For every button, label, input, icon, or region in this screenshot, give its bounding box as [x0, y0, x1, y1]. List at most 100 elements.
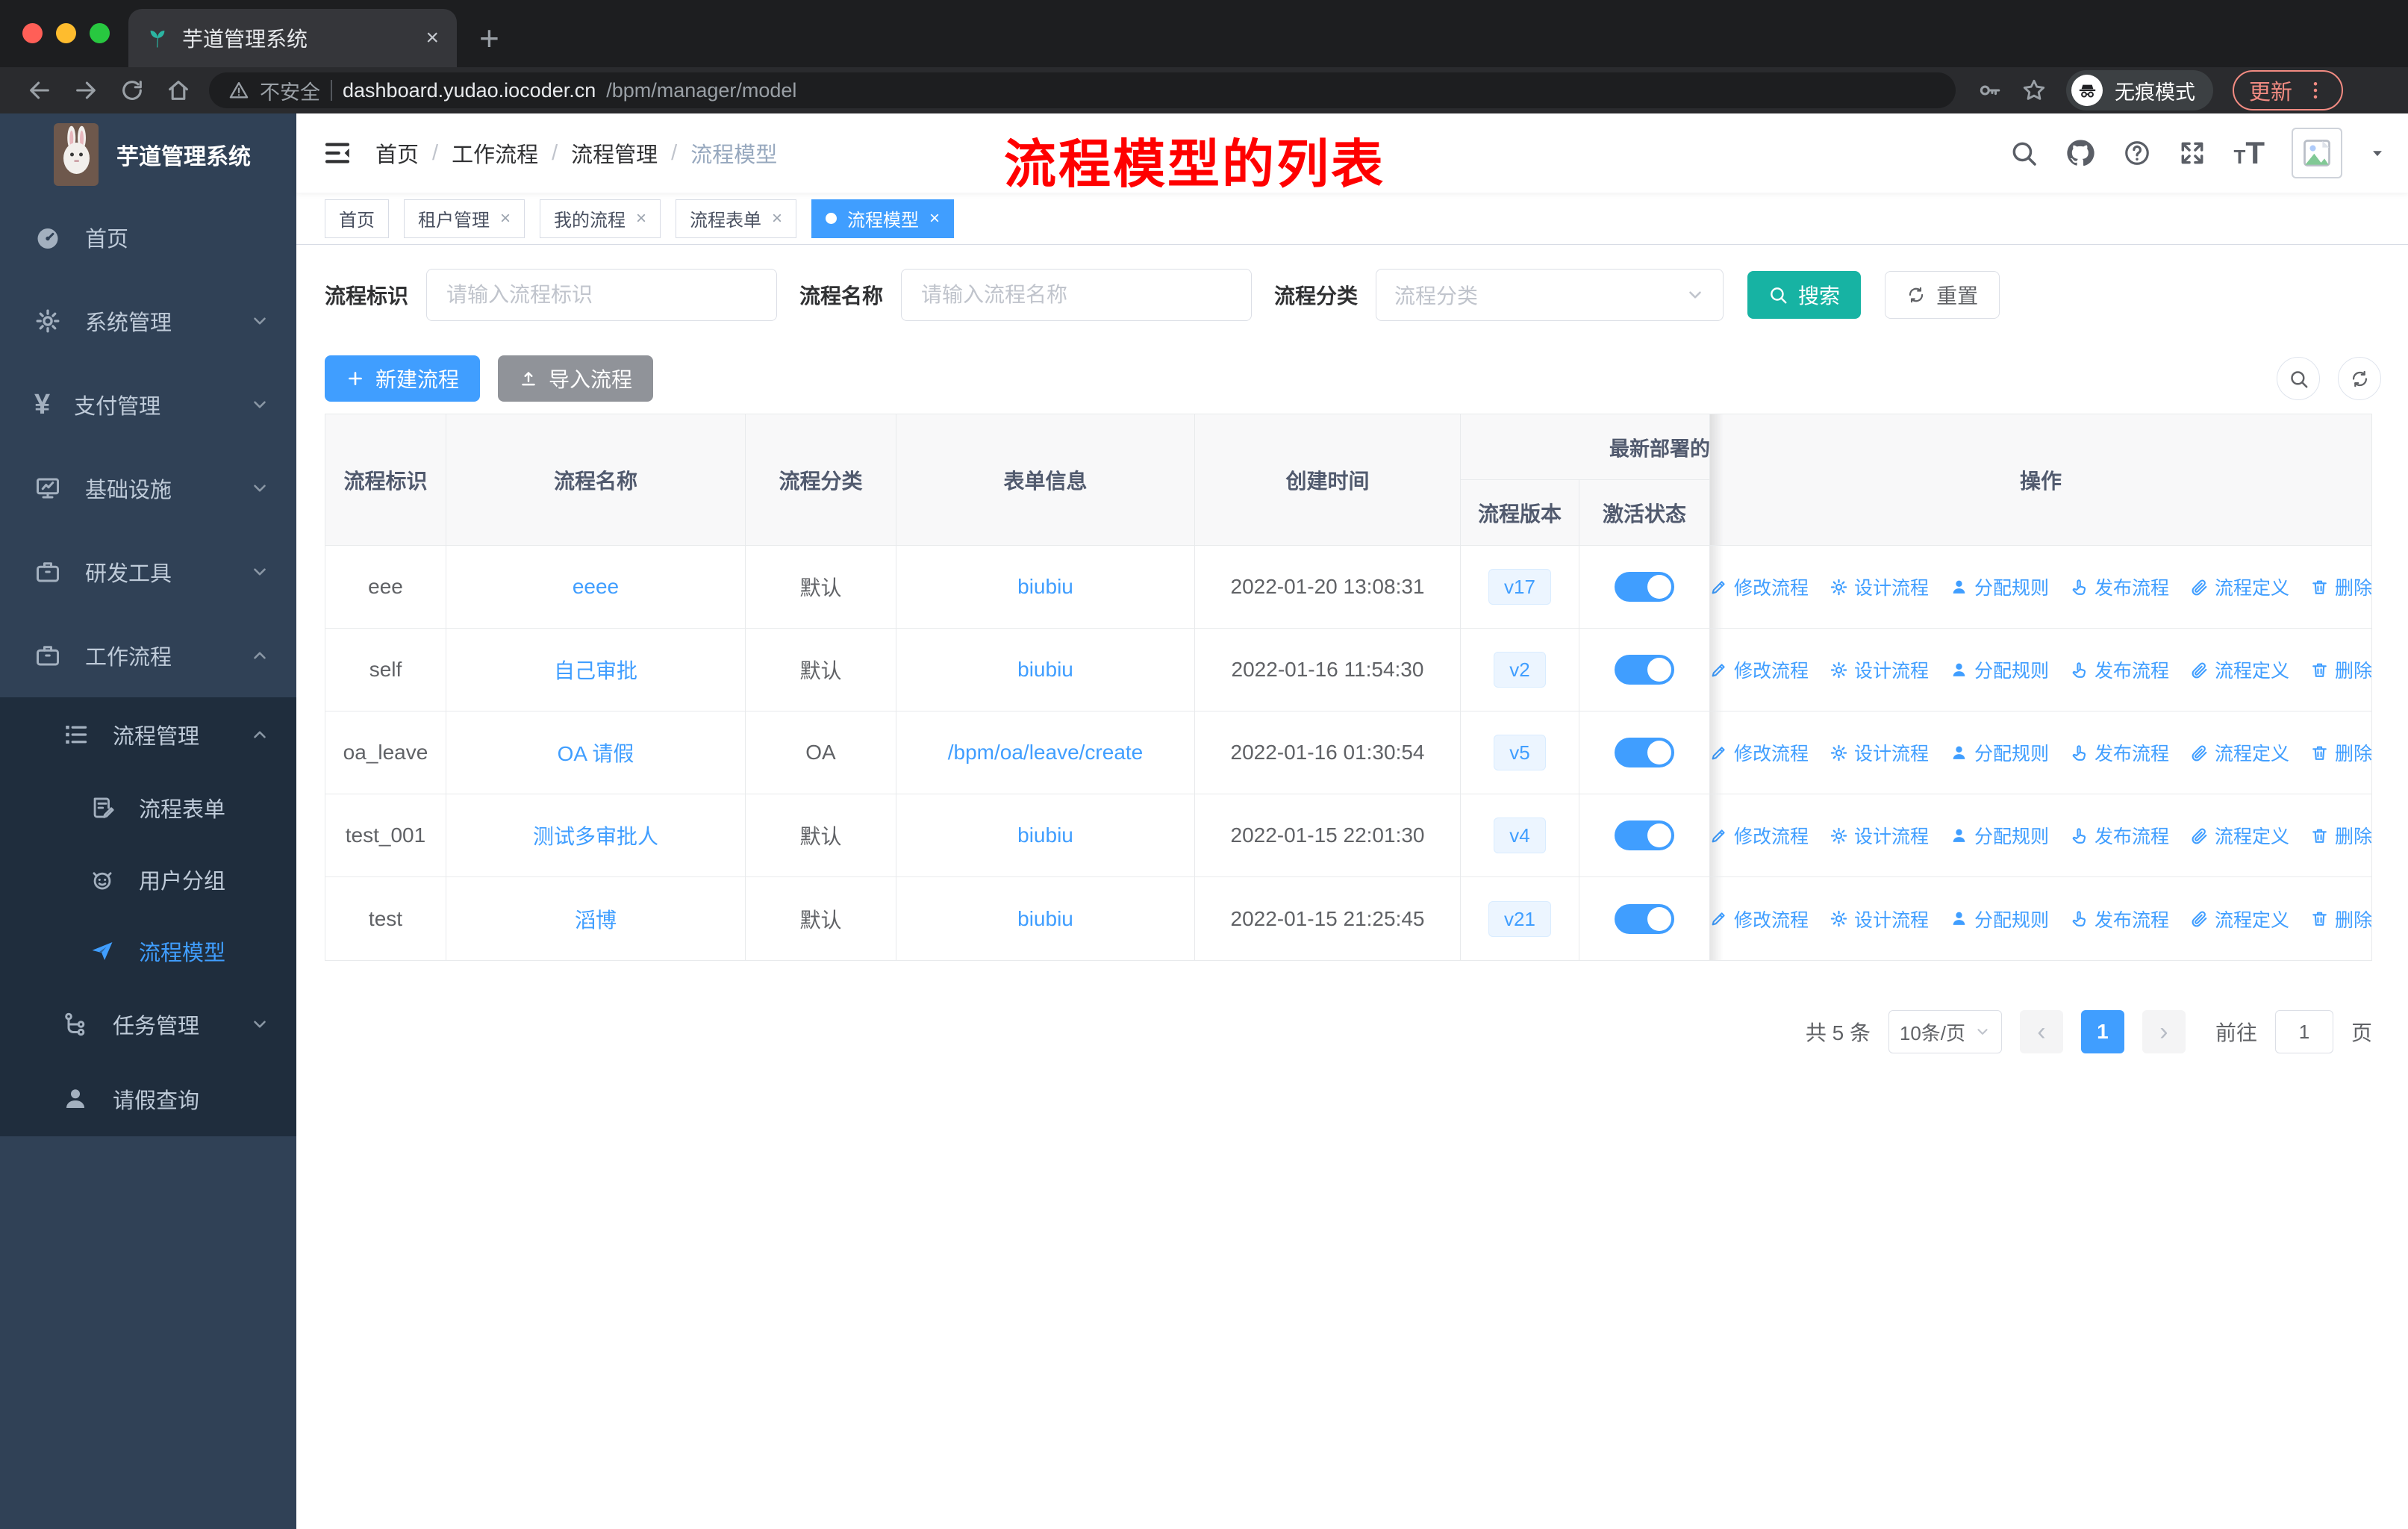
publish-process-link[interactable]: 发布流程 — [2070, 822, 2169, 849]
sidebar-item-task-mgmt[interactable]: 任务管理 — [0, 987, 296, 1062]
fullscreen-icon[interactable] — [2178, 139, 2206, 167]
delete-link[interactable]: 删除 — [2310, 906, 2372, 932]
form-info-link[interactable]: biubiu — [1017, 907, 1073, 931]
process-definition-link[interactable]: 流程定义 — [2190, 906, 2289, 932]
page-number-current[interactable]: 1 — [2080, 1010, 2124, 1053]
process-name-link[interactable]: 测试多审批人 — [533, 820, 658, 850]
breadcrumb-item[interactable]: 首页 — [375, 137, 419, 169]
tag-my-process[interactable]: 我的流程 × — [540, 199, 661, 238]
create-process-button[interactable]: 新建流程 — [325, 355, 481, 402]
assign-rule-link[interactable]: 分配规则 — [1950, 906, 2049, 932]
github-icon[interactable] — [2065, 137, 2096, 169]
forward-icon[interactable] — [73, 78, 99, 103]
design-process-link[interactable]: 设计流程 — [1830, 573, 1929, 600]
sidebar-item-home[interactable]: 首页 — [0, 196, 296, 279]
process-definition-link[interactable]: 流程定义 — [2190, 739, 2289, 766]
sidebar-item-workflow[interactable]: 工作流程 — [0, 614, 296, 697]
tag-tenant-mgmt[interactable]: 租户管理 × — [404, 199, 525, 238]
browser-update-button[interactable]: 更新 — [2233, 70, 2344, 110]
sidebar-item-devtools[interactable]: 研发工具 — [0, 530, 296, 614]
search-icon[interactable] — [2009, 139, 2038, 167]
next-page-button[interactable]: › — [2142, 1010, 2186, 1053]
form-info-link[interactable]: biubiu — [1017, 823, 1073, 847]
process-key-input[interactable] — [426, 269, 778, 321]
bookmark-star-icon[interactable] — [2021, 78, 2047, 103]
design-process-link[interactable]: 设计流程 — [1830, 739, 1929, 766]
kebab-menu-icon[interactable] — [2304, 79, 2327, 102]
avatar-caret-down-icon[interactable] — [2369, 145, 2386, 161]
assign-rule-link[interactable]: 分配规则 — [1950, 573, 2049, 600]
search-button[interactable]: 搜索 — [1747, 271, 1862, 319]
tag-home[interactable]: 首页 — [325, 199, 389, 238]
sidebar-item-user-group[interactable]: 用户分组 — [0, 844, 296, 915]
modify-process-link[interactable]: 修改流程 — [1709, 739, 1809, 766]
modify-process-link[interactable]: 修改流程 — [1709, 573, 1809, 600]
breadcrumb-item[interactable]: 工作流程 — [452, 137, 538, 169]
form-info-link[interactable]: /bpm/oa/leave/create — [948, 741, 1144, 764]
design-process-link[interactable]: 设计流程 — [1830, 906, 1929, 932]
sidebar-item-system[interactable]: 系统管理 — [0, 279, 296, 363]
modify-process-link[interactable]: 修改流程 — [1709, 822, 1809, 849]
active-toggle[interactable] — [1615, 572, 1674, 602]
text-size-icon[interactable]: TT — [2233, 135, 2265, 171]
tag-close-icon[interactable]: × — [500, 208, 511, 229]
tab-close-icon[interactable]: × — [425, 25, 439, 51]
process-name-input[interactable] — [901, 269, 1253, 321]
process-definition-link[interactable]: 流程定义 — [2190, 656, 2289, 683]
reset-button[interactable]: 重置 — [1885, 271, 2000, 319]
publish-process-link[interactable]: 发布流程 — [2070, 906, 2169, 932]
design-process-link[interactable]: 设计流程 — [1830, 822, 1929, 849]
delete-link[interactable]: 删除 — [2310, 656, 2372, 683]
sidebar-item-infra[interactable]: 基础设施 — [0, 446, 296, 530]
process-definition-link[interactable]: 流程定义 — [2190, 573, 2289, 600]
process-name-link[interactable]: 滔博 — [575, 904, 617, 934]
process-name-link[interactable]: eeee — [573, 575, 619, 599]
modify-process-link[interactable]: 修改流程 — [1709, 656, 1809, 683]
sidebar-item-process-mgmt[interactable]: 流程管理 — [0, 697, 296, 772]
back-icon[interactable] — [27, 78, 52, 103]
process-definition-link[interactable]: 流程定义 — [2190, 822, 2289, 849]
window-close-button[interactable] — [22, 23, 43, 43]
assign-rule-link[interactable]: 分配规则 — [1950, 656, 2049, 683]
tag-close-icon[interactable]: × — [929, 208, 940, 229]
refresh-table-button[interactable] — [2338, 357, 2381, 400]
tag-process-model-active[interactable]: 流程模型 × — [811, 199, 955, 238]
assign-rule-link[interactable]: 分配规则 — [1950, 822, 2049, 849]
tag-close-icon[interactable]: × — [636, 208, 646, 229]
goto-page-input[interactable] — [2274, 1010, 2333, 1053]
active-toggle[interactable] — [1615, 903, 1674, 934]
active-toggle[interactable] — [1615, 738, 1674, 767]
process-name-link[interactable]: 自己审批 — [554, 655, 637, 685]
import-process-button[interactable]: 导入流程 — [498, 355, 654, 402]
show-search-toggle-button[interactable] — [2277, 357, 2320, 400]
assign-rule-link[interactable]: 分配规则 — [1950, 739, 2049, 766]
sidebar-collapse-icon[interactable] — [322, 137, 353, 169]
form-info-link[interactable]: biubiu — [1017, 658, 1073, 682]
page-size-select[interactable]: 10条/页 — [1888, 1010, 2002, 1053]
new-tab-button[interactable]: + — [479, 21, 499, 55]
browser-tab[interactable]: 芋道管理系统 × — [128, 9, 457, 67]
process-name-link[interactable]: OA 请假 — [558, 738, 634, 767]
reload-icon[interactable] — [119, 78, 145, 103]
design-process-link[interactable]: 设计流程 — [1830, 656, 1929, 683]
sidebar-item-process-model[interactable]: 流程模型 — [0, 915, 296, 987]
sidebar-item-payment[interactable]: ¥ 支付管理 — [0, 363, 296, 446]
help-question-icon[interactable] — [2123, 139, 2151, 167]
active-toggle[interactable] — [1615, 655, 1674, 685]
publish-process-link[interactable]: 发布流程 — [2070, 739, 2169, 766]
tag-close-icon[interactable]: × — [772, 208, 782, 229]
avatar[interactable] — [2292, 128, 2342, 178]
sidebar-item-process-form[interactable]: 流程表单 — [0, 772, 296, 844]
prev-page-button[interactable]: ‹ — [2019, 1010, 2063, 1053]
delete-link[interactable]: 删除 — [2310, 573, 2372, 600]
tag-process-form[interactable]: 流程表单 × — [676, 199, 797, 238]
publish-process-link[interactable]: 发布流程 — [2070, 573, 2169, 600]
window-maximize-button[interactable] — [90, 23, 110, 43]
publish-process-link[interactable]: 发布流程 — [2070, 656, 2169, 683]
address-bar[interactable]: 不安全 dashboard.yudao.iocoder.cn/bpm/manag… — [209, 72, 1956, 108]
modify-process-link[interactable]: 修改流程 — [1709, 906, 1809, 932]
form-info-link[interactable]: biubiu — [1017, 575, 1073, 599]
home-icon[interactable] — [166, 78, 191, 103]
sidebar-item-leave-query[interactable]: 请假查询 — [0, 1062, 296, 1136]
password-key-icon[interactable] — [1977, 78, 2002, 103]
